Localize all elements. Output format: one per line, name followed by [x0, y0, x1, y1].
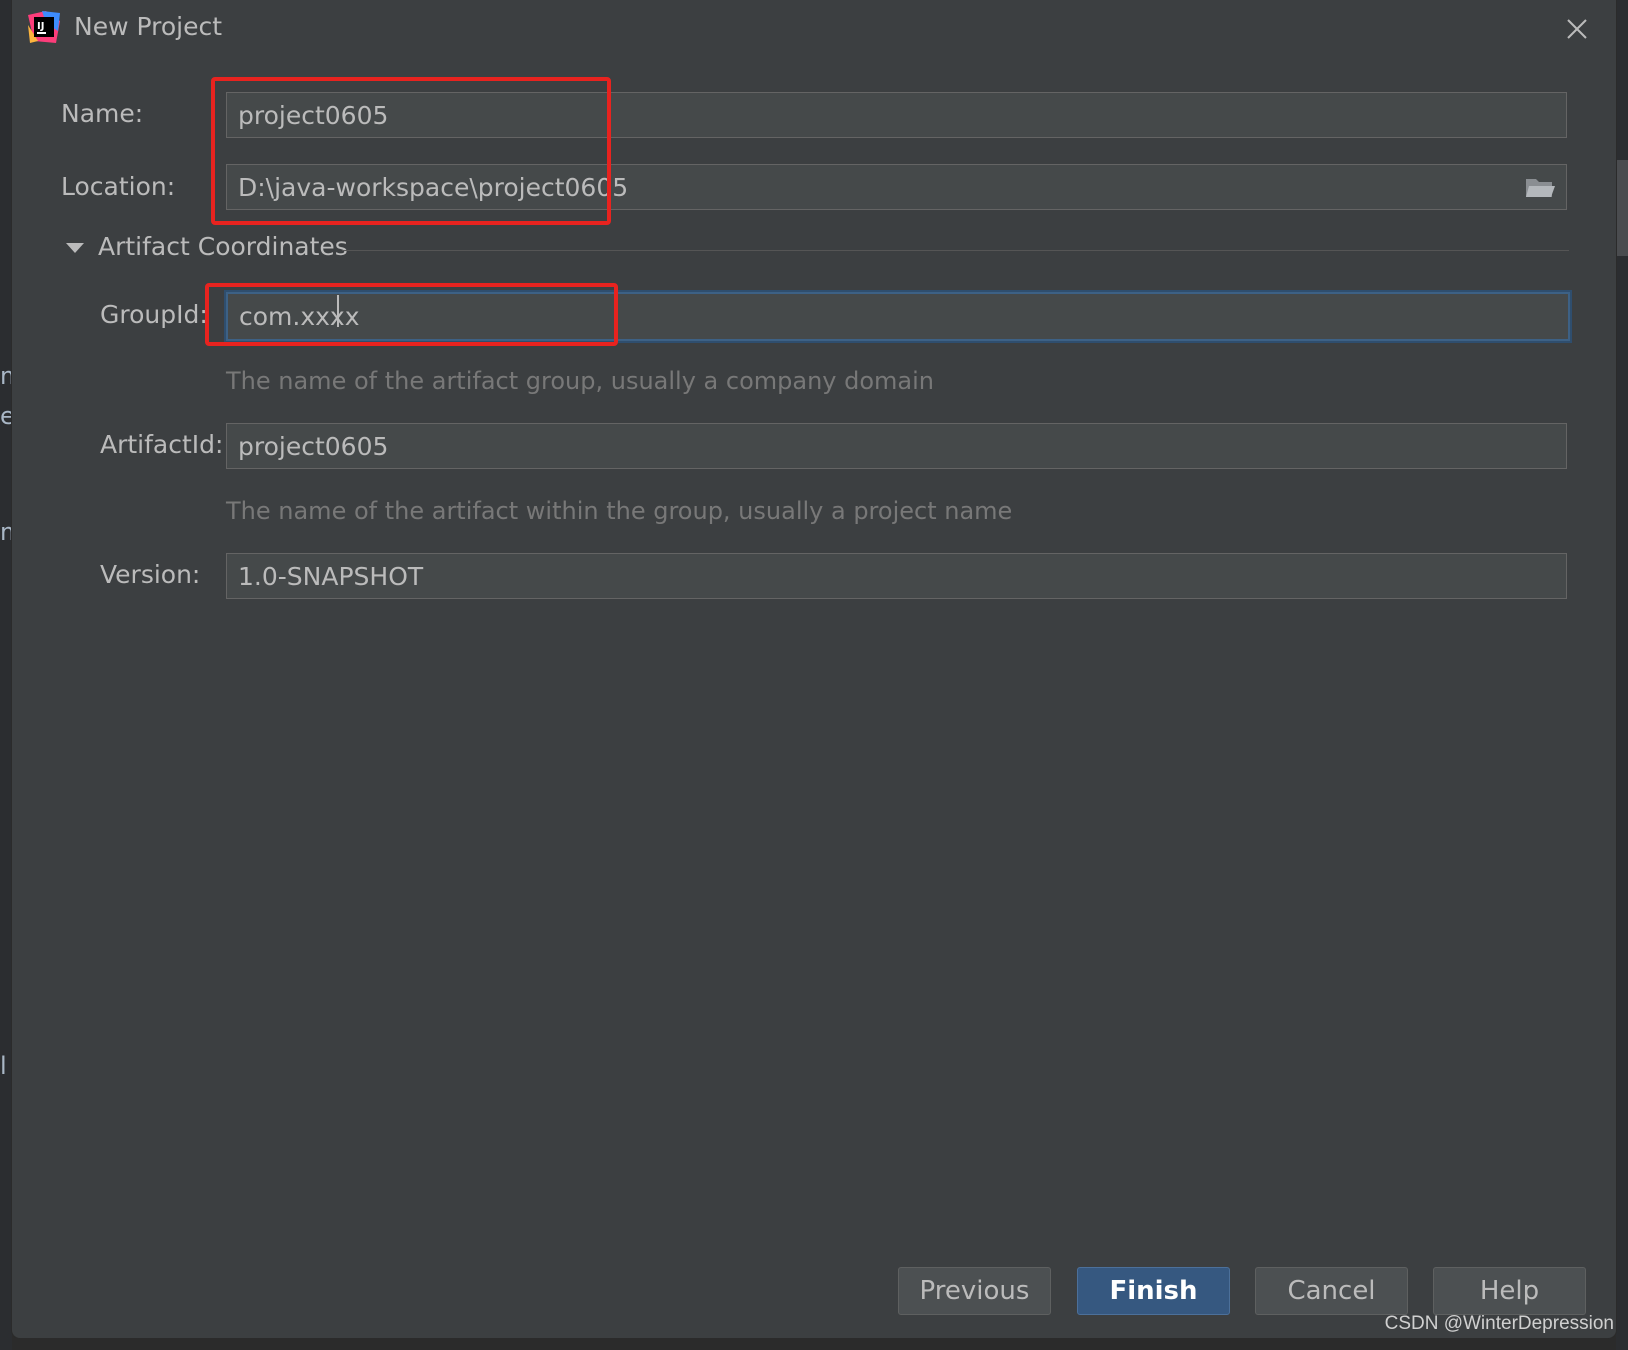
collapse-arrow-icon[interactable] [64, 240, 86, 256]
background-text-fragment: l [0, 1052, 7, 1080]
name-label: Name: [61, 99, 144, 128]
close-icon[interactable] [1560, 12, 1594, 46]
groupid-label: GroupId: [100, 300, 208, 329]
version-label: Version: [100, 560, 201, 589]
cancel-button[interactable]: Cancel [1255, 1267, 1408, 1315]
folder-icon[interactable] [1524, 175, 1556, 201]
version-field[interactable] [226, 553, 1567, 599]
dialog-titlebar[interactable]: IJ New Project [12, 0, 1616, 58]
svg-text:IJ: IJ [37, 21, 44, 32]
background-scrollbar-thumb [1616, 160, 1628, 256]
section-title[interactable]: Artifact Coordinates [98, 232, 348, 261]
new-project-dialog: IJ New Project Name: Location: [12, 0, 1616, 1338]
artifactid-hint: The name of the artifact within the grou… [226, 497, 1013, 525]
artifact-coordinates-section: Artifact Coordinates [64, 232, 1569, 272]
section-divider [342, 250, 1569, 251]
artifactid-input[interactable] [227, 424, 1566, 468]
previous-button[interactable]: Previous [898, 1267, 1051, 1315]
help-button[interactable]: Help [1433, 1267, 1586, 1315]
finish-button[interactable]: Finish [1077, 1267, 1230, 1315]
groupid-hint: The name of the artifact group, usually … [226, 367, 934, 395]
dialog-title: New Project [74, 12, 223, 41]
intellij-idea-icon: IJ [28, 11, 60, 43]
version-input[interactable] [227, 554, 1566, 598]
artifactid-field[interactable] [226, 423, 1567, 469]
background-editor-strip [0, 0, 12, 1350]
artifactid-label: ArtifactId: [100, 430, 224, 459]
watermark: CSDN @WinterDepression [1384, 1313, 1614, 1334]
location-label: Location: [61, 172, 176, 201]
annotation-highlight-groupid [205, 283, 618, 346]
annotation-highlight-name-location [211, 77, 611, 225]
